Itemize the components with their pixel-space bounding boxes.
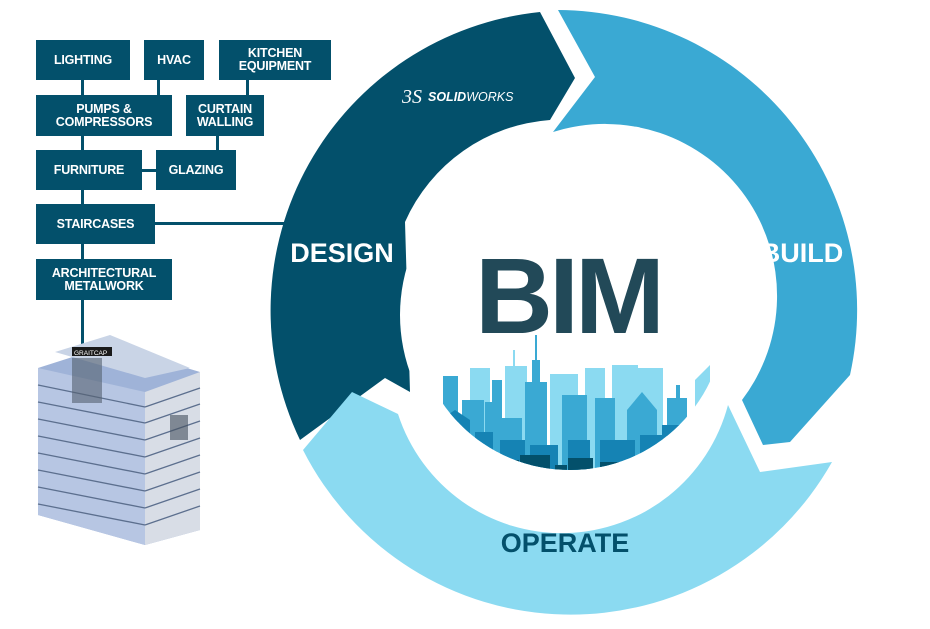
connector-line xyxy=(155,222,290,225)
connector-line xyxy=(216,136,219,151)
phase-label-design: DESIGN xyxy=(290,238,394,268)
phase-label-operate: OPERATE xyxy=(501,528,630,558)
component-box-staircases: STAIRCASES xyxy=(36,204,155,244)
component-box-furniture: FURNITURE xyxy=(36,150,142,190)
component-box-hvac: HVAC xyxy=(144,40,204,80)
svg-text:SOLIDWORKS: SOLIDWORKS xyxy=(428,90,514,104)
connector-line xyxy=(81,300,84,350)
component-box-pumps-compressors: PUMPS & COMPRESSORS xyxy=(36,95,172,136)
solidworks-text-bold: SOLID xyxy=(428,90,466,104)
connector-line xyxy=(81,80,84,95)
connector-line xyxy=(157,80,160,95)
connector-line xyxy=(81,244,84,259)
component-box-glazing: GLAZING xyxy=(156,150,236,190)
bim-title: BIM xyxy=(475,235,661,356)
component-box-architectural-metalwork: ARCHITECTURAL METALWORK xyxy=(36,259,172,300)
solidworks-text-light: WORKS xyxy=(466,90,514,104)
solidworks-mark-icon: 3S xyxy=(401,86,422,108)
connector-line xyxy=(142,169,157,172)
phase-label-build: BUILD xyxy=(761,238,844,268)
component-box-curtain-walling: CURTAIN WALLING xyxy=(186,95,264,136)
component-box-kitchen-equipment: KITCHEN EQUIPMENT xyxy=(219,40,331,80)
connector-line xyxy=(246,80,249,95)
connector-line xyxy=(81,190,84,205)
component-box-lighting: LIGHTING xyxy=(36,40,130,80)
connector-line xyxy=(81,136,84,151)
